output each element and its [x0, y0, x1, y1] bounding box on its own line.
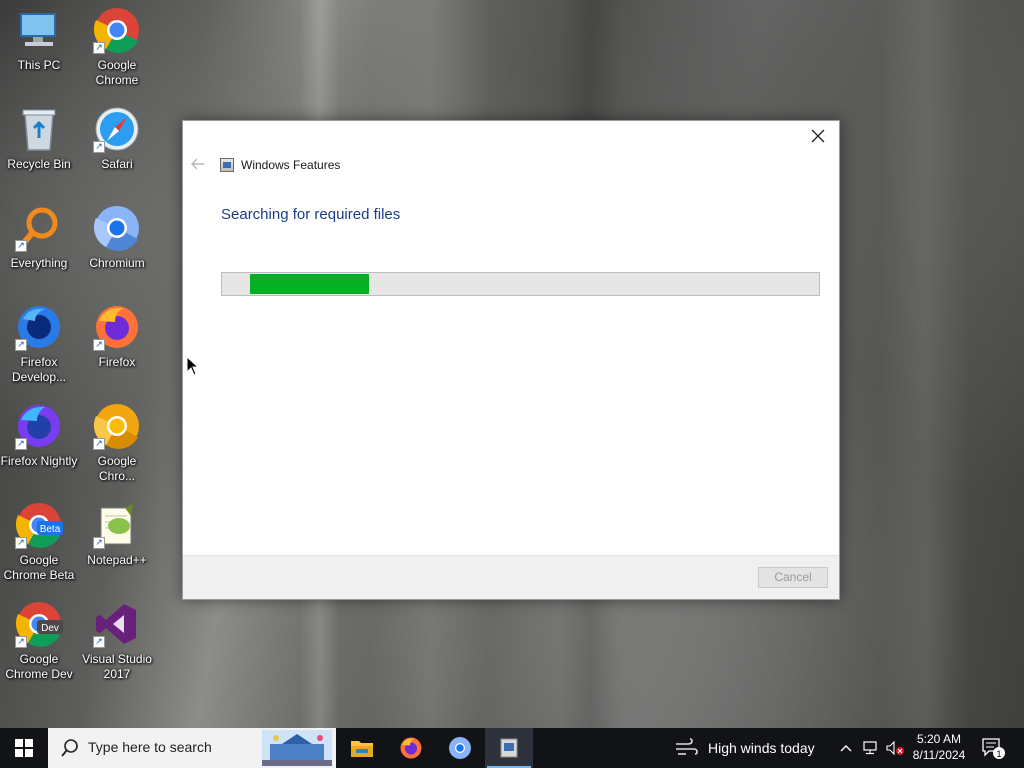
back-button[interactable]: [191, 157, 209, 175]
start-button[interactable]: [0, 728, 48, 768]
progress-bar: [221, 272, 820, 296]
shortcut-arrow-icon: ↗: [15, 636, 27, 648]
desktop-icon-label: Firefox Develop...: [11, 355, 67, 384]
desktop-icon-label: Firefox: [98, 355, 136, 369]
file-explorer-icon: [351, 741, 373, 757]
visual-studio-icon: ↗: [93, 600, 141, 648]
weather-widget[interactable]: High winds today: [674, 728, 815, 768]
network-button[interactable]: [860, 728, 882, 768]
desktop-icon-label: Chromium: [89, 256, 145, 270]
desktop-icon-label: This PC: [17, 58, 61, 72]
safari-icon: ↗: [93, 105, 141, 153]
weather-text: High winds today: [708, 740, 815, 756]
chromium-icon: [93, 204, 141, 252]
chevron-up-icon: [840, 745, 852, 752]
desktop-icon-notepad-plus-plus[interactable]: ↗ Notepad++: [78, 501, 156, 593]
this-pc-icon: [15, 6, 63, 54]
search-highlight-icon: [262, 730, 332, 766]
taskbar-windows-features[interactable]: [485, 728, 533, 768]
desktop-icon-google-chrome[interactable]: ↗ Google Chrome: [78, 6, 156, 98]
desktop-icon-everything[interactable]: ↗ Everything: [0, 204, 78, 296]
desktop-icon-label: Safari: [101, 157, 133, 171]
desktop-icon-recycle-bin[interactable]: Recycle Bin: [0, 105, 78, 197]
desktop-icon-label: Recycle Bin: [7, 157, 71, 171]
chrome-canary-icon: ↗: [93, 402, 141, 450]
dev-badge: Dev: [41, 623, 59, 634]
search-icon: [61, 739, 78, 757]
dialog-title: Windows Features: [241, 158, 341, 172]
shortcut-arrow-icon: ↗: [93, 339, 105, 351]
wind-icon: [676, 738, 698, 755]
windows-logo-icon: [15, 739, 33, 757]
back-arrow-icon: [191, 158, 204, 170]
taskbar-chromium[interactable]: [436, 728, 484, 768]
windows-features-icon: [220, 158, 234, 172]
desktop-icon-firefox[interactable]: ↗ Firefox: [78, 303, 156, 395]
notification-count: 1: [996, 749, 1001, 759]
dialog-heading: Searching for required files: [221, 206, 401, 223]
shortcut-arrow-icon: ↗: [15, 240, 27, 252]
desktop-icon-chrome-canary[interactable]: ↗ Google Chro...: [78, 402, 156, 494]
chrome-beta-icon: Beta ↗: [15, 501, 63, 549]
windows-features-dialog: Windows Features Searching for required …: [182, 120, 840, 600]
desktop-icon-label: Firefox Nightly: [0, 454, 78, 468]
shortcut-arrow-icon: ↗: [93, 636, 105, 648]
volume-button[interactable]: [884, 728, 906, 768]
desktop-icon-firefox-developer[interactable]: ↗ Firefox Develop...: [0, 303, 78, 395]
search-placeholder: Type here to search: [88, 739, 212, 755]
chrome-dev-icon: Dev ↗: [15, 600, 63, 648]
chrome-icon: ↗: [93, 6, 141, 54]
beta-badge: Beta: [40, 524, 61, 535]
desktop-icon-firefox-nightly[interactable]: ↗ Firefox Nightly: [0, 402, 78, 494]
shortcut-arrow-icon: ↗: [15, 339, 27, 351]
shortcut-arrow-icon: ↗: [15, 438, 27, 450]
search-box[interactable]: Type here to search: [48, 728, 336, 768]
desktop-icon-this-pc[interactable]: This PC: [0, 6, 78, 98]
taskbar-firefox[interactable]: [387, 728, 435, 768]
firefox-nightly-icon: ↗: [15, 402, 63, 450]
clock-time: 5:20 AM: [916, 732, 962, 746]
shortcut-arrow-icon: ↗: [93, 141, 105, 153]
desktop-icon-chrome-beta[interactable]: Beta ↗ Google Chrome Beta: [0, 501, 78, 593]
shortcut-arrow-icon: ↗: [93, 537, 105, 549]
network-icon: [863, 741, 877, 755]
shortcut-arrow-icon: ↗: [93, 438, 105, 450]
desktop-icon-label: Visual Studio 2017: [82, 652, 152, 681]
recycle-bin-icon: [15, 105, 63, 153]
clock-date: 8/11/2024: [912, 748, 966, 762]
desktop-icon-chromium[interactable]: Chromium: [78, 204, 156, 296]
notepad-plus-plus-icon: ↗: [93, 501, 141, 549]
firefox-icon: [400, 737, 422, 759]
desktop-icon-label: Google Chrome Dev: [5, 652, 73, 681]
desktop-icon-label: Notepad++: [87, 553, 147, 567]
firefox-developer-icon: ↗: [15, 303, 63, 351]
clock[interactable]: 5:20 AM 8/11/2024: [906, 731, 972, 763]
desktop-icon-chrome-dev[interactable]: Dev ↗ Google Chrome Dev: [0, 600, 78, 692]
close-icon: [811, 129, 825, 143]
cancel-button[interactable]: Cancel: [758, 567, 828, 588]
desktop-icon-safari[interactable]: ↗ Safari: [78, 105, 156, 197]
shortcut-arrow-icon: ↗: [93, 42, 105, 54]
notification-icon: 1: [982, 738, 1005, 759]
desktop-icon-label: Google Chro...: [97, 454, 137, 483]
progress-fill: [250, 274, 369, 294]
dialog-footer: Cancel: [183, 555, 839, 599]
taskbar-file-explorer[interactable]: [338, 728, 386, 768]
desktop-icon-visual-studio[interactable]: ↗ Visual Studio 2017: [78, 600, 156, 692]
wallpaper-streak: [880, 0, 970, 728]
show-hidden-icons-button[interactable]: [836, 728, 856, 768]
desktop-icon-label: Google Chrome Beta: [3, 553, 75, 582]
desktop-icon-label: Everything: [10, 256, 68, 270]
close-button[interactable]: [807, 127, 829, 149]
everything-icon: ↗: [15, 204, 63, 252]
firefox-icon: ↗: [93, 303, 141, 351]
windows-features-icon: [500, 738, 518, 758]
chromium-icon: [449, 737, 471, 759]
mouse-cursor-icon: [186, 356, 200, 376]
action-center-button[interactable]: 1: [980, 736, 1006, 760]
volume-muted-icon: [886, 741, 904, 755]
taskbar: Type here to search High winds today 5:2…: [0, 728, 1024, 768]
desktop-icon-label: Google Chrome: [95, 58, 139, 87]
shortcut-arrow-icon: ↗: [15, 537, 27, 549]
